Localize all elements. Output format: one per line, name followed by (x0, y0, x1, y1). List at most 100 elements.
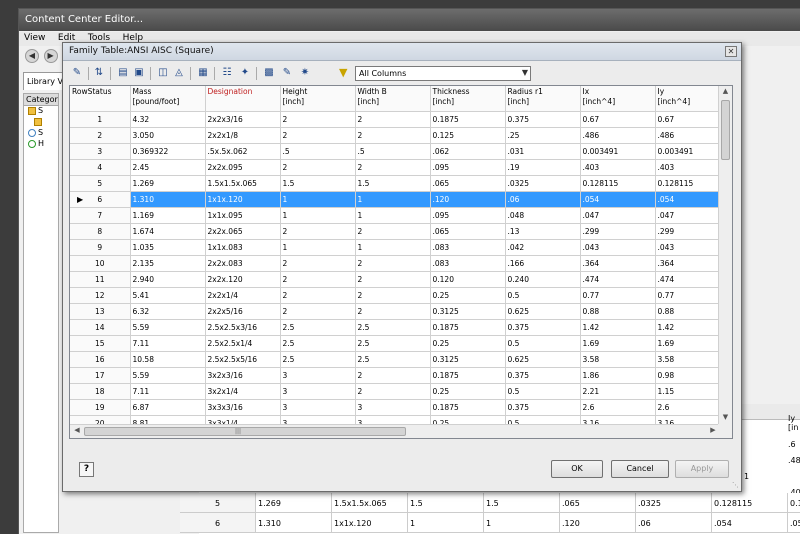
table-cell[interactable]: 1 (355, 191, 431, 208)
table-cell[interactable]: 1.86 (580, 367, 656, 384)
table-cell[interactable]: 2.5x2.5x1/4 (205, 335, 281, 352)
insert-row-above-icon[interactable]: ▤ (115, 65, 131, 81)
column-header[interactable]: Mass [pound/foot] (130, 86, 206, 112)
forward-icon[interactable]: ▶ (43, 49, 58, 63)
magic-wand-icon[interactable]: ✦ (237, 65, 253, 81)
table-cell[interactable]: .083 (430, 255, 506, 272)
table-cell[interactable]: 0.1875 (430, 367, 506, 384)
apply-button[interactable]: Apply (675, 460, 729, 478)
table-cell[interactable]: 0.1875 (430, 399, 506, 416)
table-cell[interactable]: .0325 (505, 175, 581, 192)
insert-column-left-icon[interactable]: ◫ (155, 65, 171, 81)
table-cell[interactable]: 3x3x3/16 (205, 399, 281, 416)
row-status-cell[interactable]: 16 (70, 351, 131, 368)
table-cell[interactable]: 0.5 (505, 383, 581, 400)
column-header[interactable]: Height [inch] (280, 86, 356, 112)
table-cell[interactable]: 0.1875 (430, 319, 506, 336)
bg-table-cell[interactable]: .0325 (636, 493, 712, 513)
table-cell[interactable]: 1.5x1.5x.065 (205, 175, 281, 192)
table-view-icon[interactable]: ▩ (261, 65, 277, 81)
table-cell[interactable]: 2.940 (130, 271, 206, 288)
table-cell[interactable]: 0.88 (580, 303, 656, 320)
close-icon[interactable]: ✕ (725, 46, 737, 57)
table-cell[interactable]: 1x1x.083 (205, 239, 281, 256)
library-view-tab[interactable]: Library V (23, 72, 67, 90)
row-status-cell[interactable]: 19 (70, 399, 131, 416)
table-cell[interactable]: 1.035 (130, 239, 206, 256)
table-cell[interactable]: 3.050 (130, 127, 206, 144)
table-cell[interactable]: 0.375 (505, 367, 581, 384)
table-cell[interactable]: 1.674 (130, 223, 206, 240)
insert-row-below-icon[interactable]: ▣ (131, 65, 147, 81)
row-status-cell[interactable]: 12 (70, 287, 131, 304)
table-cell[interactable]: 1 (280, 191, 356, 208)
table-cell[interactable]: 0.625 (505, 351, 581, 368)
table-row[interactable]: 7 1.169 1x1x.095 1 1.095.048.047.047 (70, 207, 731, 224)
table-cell[interactable]: 6.87 (130, 399, 206, 416)
bg-table-cell[interactable]: 1.269 (256, 493, 332, 513)
row-status-cell[interactable]: 1 (70, 111, 131, 128)
table-row[interactable]: 13 6.32 2x2x5/16 2 2 0.3125 0.625 0.88 0.88 (70, 303, 731, 320)
table-cell[interactable]: 0.25 (430, 335, 506, 352)
column-header[interactable]: Thickness [inch] (430, 86, 506, 112)
table-cell[interactable]: 2x2x1/4 (205, 287, 281, 304)
table-row[interactable]: ▶ 6 1.310 1x1x.120 1 1.120.06.054.054 (70, 191, 731, 208)
table-cell[interactable]: .5 (280, 143, 356, 160)
row-status-cell[interactable]: 14 (70, 319, 131, 336)
table-cell[interactable]: 7.11 (130, 383, 206, 400)
column-header[interactable]: Designation (205, 86, 281, 112)
table-cell[interactable]: 7.11 (130, 335, 206, 352)
table-cell[interactable]: 1.5 (355, 175, 431, 192)
table-cell[interactable]: 2 (280, 159, 356, 176)
tree-node[interactable] (24, 117, 58, 128)
table-cell[interactable]: 2 (355, 383, 431, 400)
table-cell[interactable]: 2.5 (355, 335, 431, 352)
row-status-cell[interactable]: 15 (70, 335, 131, 352)
table-cell[interactable]: 2 (355, 367, 431, 384)
bg-table-cell[interactable]: .065 (560, 493, 636, 513)
table-cell[interactable]: 2 (280, 255, 356, 272)
bg-table-cell[interactable]: 0.128115 (712, 493, 788, 513)
table-cell[interactable]: .364 (580, 255, 656, 272)
row-status-cell[interactable]: 8 (70, 223, 131, 240)
table-cell[interactable]: 2 (355, 223, 431, 240)
category-tree[interactable]: Categor S S H (23, 93, 59, 533)
table-cell[interactable]: 2.5 (355, 319, 431, 336)
table-cell[interactable]: 6.32 (130, 303, 206, 320)
table-cell[interactable]: 2 (280, 271, 356, 288)
table-row[interactable]: 17 5.59 3x2x3/16 3 2 0.1875 0.375 1.86 0.98 (70, 367, 731, 384)
column-filter-select[interactable]: All Columns ▼ (355, 66, 531, 81)
table-cell[interactable]: 0.369322 (130, 143, 206, 160)
table-cell[interactable]: 0.375 (505, 111, 581, 128)
table-cell[interactable]: 2.5 (280, 335, 356, 352)
table-cell[interactable]: 2 (355, 127, 431, 144)
horizontal-scrollbar[interactable]: ◀ ||| ▶ (70, 424, 720, 438)
table-row[interactable]: 10 2.135 2x2x.083 2 2.083.166.364.364 (70, 255, 731, 272)
table-cell[interactable]: 1 (355, 239, 431, 256)
bg-table-cell[interactable]: 1 (408, 513, 484, 533)
bg-table-cell[interactable]: 1.5x1.5x.065 (332, 493, 408, 513)
table-cell[interactable]: 2x2x5/16 (205, 303, 281, 320)
table-cell[interactable]: .299 (580, 223, 656, 240)
cancel-button[interactable]: Cancel (611, 460, 669, 478)
table-row[interactable]: 16 10.58 2.5x2.5x5/16 2.5 2.5 0.3125 0.625 3.58… (70, 351, 731, 368)
table-cell[interactable]: 0.5 (505, 335, 581, 352)
table-cell[interactable]: 4.32 (130, 111, 206, 128)
table-cell[interactable]: 0.125 (430, 127, 506, 144)
table-cell[interactable]: .19 (505, 159, 581, 176)
table-cell[interactable]: .474 (580, 271, 656, 288)
table-cell[interactable]: 0.25 (430, 383, 506, 400)
tree-node[interactable]: S (24, 106, 58, 117)
table-cell[interactable]: 2 (355, 159, 431, 176)
table-cell[interactable]: 0.240 (505, 271, 581, 288)
table-cell[interactable]: 0.625 (505, 303, 581, 320)
column-properties-icon[interactable]: ▦ (195, 65, 211, 81)
bg-table-cell[interactable]: 1.5 (484, 493, 560, 513)
table-cell[interactable]: 1 (355, 207, 431, 224)
table-cell[interactable]: 2 (355, 287, 431, 304)
bg-table-cell[interactable]: .05 (788, 513, 800, 533)
table-row[interactable]: 14 5.59 2.5x2.5x3/16 2.5 2.5 0.1875 0.375 1.42 1… (70, 319, 731, 336)
table-cell[interactable]: 3.58 (580, 351, 656, 368)
table-cell[interactable]: .5x.5x.062 (205, 143, 281, 160)
table-cell[interactable]: 1 (280, 239, 356, 256)
